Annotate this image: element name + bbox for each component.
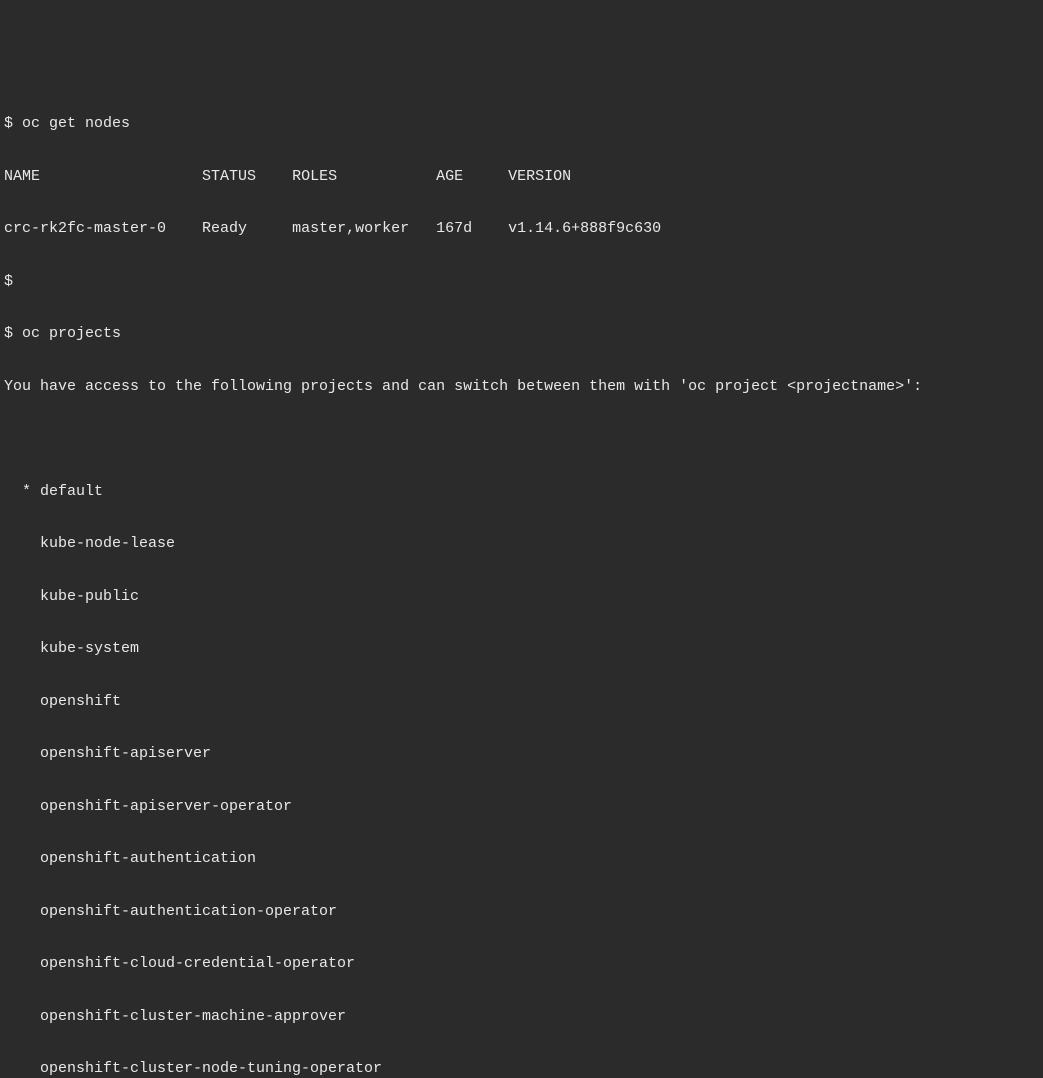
project-item: openshift-apiserver: [4, 741, 1039, 767]
command-text: oc get nodes: [22, 115, 130, 132]
cell-name: crc-rk2fc-master-0: [4, 220, 202, 237]
cmd-line-projects[interactable]: $ oc projects: [4, 321, 1039, 347]
nodes-header-row: NAME STATUS ROLES AGE VERSION: [4, 164, 1039, 190]
cell-age: 167d: [436, 220, 508, 237]
project-name: openshift-authentication-operator: [40, 903, 337, 920]
nodes-data-row: crc-rk2fc-master-0 Ready master,worker 1…: [4, 216, 1039, 242]
project-item: kube-node-lease: [4, 531, 1039, 557]
project-name: openshift-apiserver-operator: [40, 798, 292, 815]
project-item: openshift: [4, 689, 1039, 715]
project-name: kube-public: [40, 588, 139, 605]
project-name: openshift-cloud-credential-operator: [40, 955, 355, 972]
project-item: openshift-cluster-machine-approver: [4, 1004, 1039, 1030]
project-name: kube-node-lease: [40, 535, 175, 552]
col-name: NAME: [4, 168, 202, 185]
project-item-current: * default: [4, 479, 1039, 505]
project-name: openshift-cluster-node-tuning-operator: [40, 1060, 382, 1077]
project-item: openshift-apiserver-operator: [4, 794, 1039, 820]
col-status: STATUS: [202, 168, 292, 185]
prompt-symbol: $: [4, 325, 13, 342]
projects-intro-line: You have access to the following project…: [4, 374, 1039, 400]
project-name: openshift-apiserver: [40, 745, 211, 762]
cell-status: Ready: [202, 220, 292, 237]
current-marker: *: [22, 483, 31, 500]
cell-roles: master,worker: [292, 220, 436, 237]
blank-line: [4, 426, 1039, 452]
col-age: AGE: [436, 168, 508, 185]
cell-version: v1.14.6+888f9c630: [508, 220, 661, 237]
project-name: openshift-authentication: [40, 850, 256, 867]
project-name: default: [40, 483, 103, 500]
project-name: openshift: [40, 693, 121, 710]
command-text: oc projects: [22, 325, 121, 342]
project-name: openshift-cluster-machine-approver: [40, 1008, 346, 1025]
col-version: VERSION: [508, 168, 571, 185]
prompt-symbol: $: [4, 273, 13, 290]
project-item: openshift-cluster-node-tuning-operator: [4, 1056, 1039, 1078]
project-name: kube-system: [40, 640, 139, 657]
project-item: kube-system: [4, 636, 1039, 662]
project-item: kube-public: [4, 584, 1039, 610]
col-roles: ROLES: [292, 168, 436, 185]
project-item: openshift-authentication: [4, 846, 1039, 872]
project-item: openshift-cloud-credential-operator: [4, 951, 1039, 977]
project-item: openshift-authentication-operator: [4, 899, 1039, 925]
empty-prompt-line[interactable]: $: [4, 269, 1039, 295]
prompt-symbol: $: [4, 115, 13, 132]
cmd-line-get-nodes[interactable]: $ oc get nodes: [4, 111, 1039, 137]
